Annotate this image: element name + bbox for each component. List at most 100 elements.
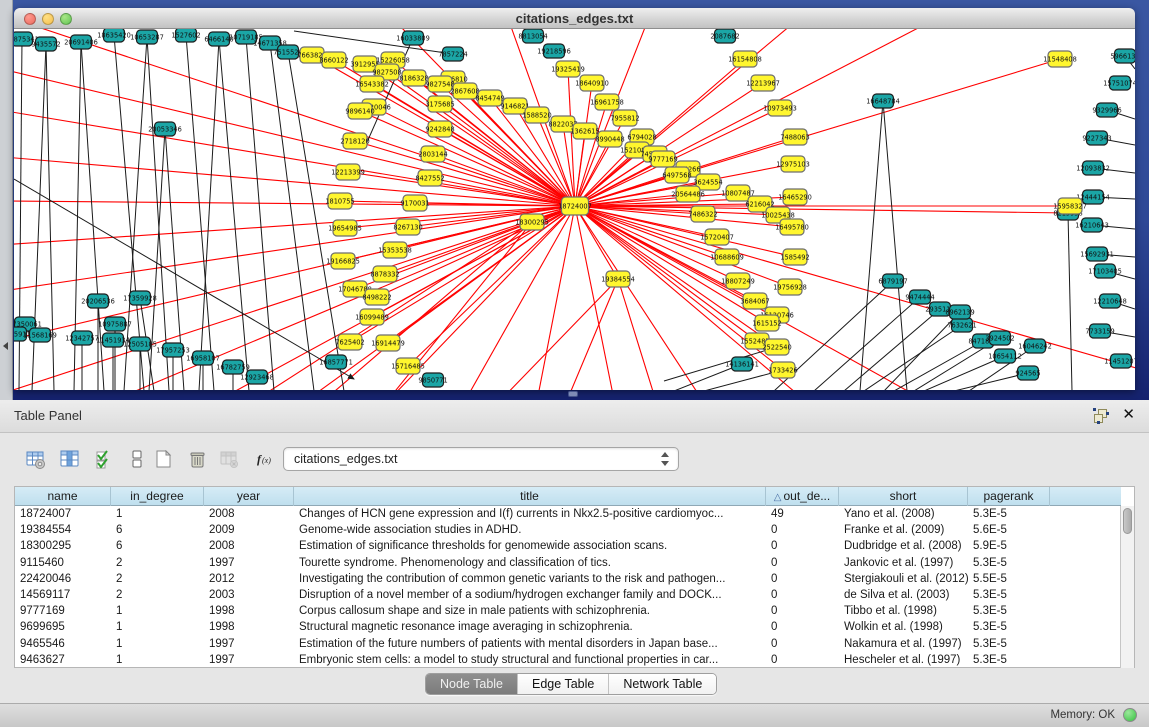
network-canvas[interactable]: 1872400716875341943557220691406186354201…	[14, 29, 1135, 390]
graph-node[interactable]: 8427552	[415, 170, 444, 186]
graph-node[interactable]: 12213967	[746, 75, 780, 91]
graph-node[interactable]: 16857771	[319, 355, 353, 369]
control-panel-collapsed-strip[interactable]	[0, 0, 13, 400]
tab-node-table[interactable]: Node Table	[426, 674, 518, 694]
table-row[interactable]: 1830029562008Estimation of significance …	[15, 538, 1121, 554]
graph-node[interactable]: 6497568	[662, 167, 691, 183]
table-row[interactable]: 1872400712008Changes of HCN gene express…	[15, 506, 1121, 522]
graph-node[interactable]: 16958107	[186, 351, 220, 365]
graph-node[interactable]: 9242848	[425, 121, 454, 137]
graph-node[interactable]: 8962139	[945, 305, 974, 319]
table-row[interactable]: 977716911998Corpus callosum shape and si…	[15, 603, 1121, 619]
column-header-year[interactable]: year	[204, 487, 294, 506]
graph-node[interactable]: 8267130	[393, 219, 422, 235]
graph-node[interactable]: 12975103	[776, 156, 810, 172]
graph-node[interactable]: 9896140	[345, 103, 374, 119]
column-header-name[interactable]: name	[15, 487, 111, 506]
graph-node[interactable]: 12923468	[240, 370, 274, 384]
graph-node[interactable]: 19654985	[328, 220, 362, 236]
graph-node[interactable]: 2803144	[418, 146, 447, 162]
column-header-short[interactable]: short	[839, 487, 968, 506]
tab-edge-table[interactable]: Edge Table	[518, 674, 609, 694]
memory-status-led[interactable]	[1123, 708, 1137, 722]
graph-node[interactable]: 9850771	[418, 373, 447, 387]
graph-node[interactable]: 10688609	[710, 249, 744, 265]
graph-node[interactable]: 8813054	[518, 29, 547, 43]
graph-node[interactable]: 15720407	[700, 229, 734, 245]
column-header-pagerank[interactable]: pagerank	[968, 487, 1050, 506]
graph-node[interactable]: 10653287	[130, 30, 164, 44]
graph-node[interactable]: 16099489	[355, 309, 389, 325]
scrollbar-thumb[interactable]	[1123, 508, 1132, 534]
table-row[interactable]: 946362711997Embryonic stem cells: a mode…	[15, 652, 1121, 668]
graph-node[interactable]: 7488063	[780, 129, 809, 145]
tab-network-table[interactable]: Network Table	[609, 674, 716, 694]
graph-node[interactable]: 1588520	[522, 107, 551, 123]
graph-node[interactable]: 18635420	[97, 29, 131, 42]
table-row[interactable]: 2242004622012Investigating the contribut…	[15, 571, 1121, 587]
graph-node[interactable]: 18724007	[558, 197, 592, 215]
network-graph[interactable]: 1872400716875341943557220691406186354201…	[14, 29, 1135, 390]
graph-node[interactable]: 1810755	[325, 193, 354, 209]
graph-node[interactable]: 12213399	[331, 164, 365, 180]
splitter-handle[interactable]	[568, 391, 578, 397]
table-mode-icon[interactable]	[20, 444, 50, 474]
graph-node[interactable]: 10975887	[98, 317, 132, 331]
table-scrollbar[interactable]	[1120, 506, 1134, 668]
graph-node[interactable]: 2718120	[340, 133, 369, 149]
table-selector-dropdown[interactable]: citations_edges.txt	[283, 447, 679, 471]
graph-node[interactable]: 7733159	[1085, 324, 1114, 338]
network-window-titlebar[interactable]: citations_edges.txt	[14, 8, 1135, 29]
graph-node[interactable]: 16782759	[216, 360, 250, 374]
graph-node[interactable]: 19218596	[537, 44, 571, 58]
graph-node[interactable]: 8660122	[319, 52, 348, 68]
graph-node[interactable]: 9170031	[400, 195, 429, 211]
graph-node[interactable]: 18640910	[575, 75, 609, 91]
graph-node[interactable]: 9474444	[905, 290, 934, 304]
graph-node[interactable]: 9777169	[648, 151, 677, 167]
graph-node[interactable]: 7486322	[688, 206, 717, 222]
select-columns-icon[interactable]	[90, 444, 120, 474]
graph-node[interactable]: 6879197	[878, 274, 907, 288]
float-panel-icon[interactable]	[1093, 408, 1109, 424]
graph-node[interactable]: 7857224	[438, 47, 467, 61]
graph-node[interactable]: 16154808	[728, 51, 762, 67]
graph-node[interactable]: 16914479	[371, 335, 405, 351]
graph-node[interactable]: 16210643	[1075, 218, 1109, 232]
graph-node[interactable]: 15716485	[391, 358, 425, 374]
graph-node[interactable]: 8498222	[362, 289, 391, 305]
graph-node[interactable]: 12342757	[65, 331, 99, 345]
table-row[interactable]: 969969511998Structural magnetic resonanc…	[15, 619, 1121, 635]
graph-node[interactable]: 7955812	[610, 110, 639, 126]
column-header-out_de[interactable]: △out_de...	[766, 487, 839, 506]
graph-node[interactable]: 2087682	[710, 29, 739, 43]
graph-node[interactable]: 15353538	[378, 242, 412, 258]
graph-node[interactable]: 8878332	[370, 266, 399, 282]
graph-node[interactable]: 1585492	[780, 249, 809, 265]
table-row[interactable]: 946554611997Estimation of the future num…	[15, 636, 1121, 652]
graph-node[interactable]: 16033809	[396, 31, 430, 45]
graph-node[interactable]: 3924502	[985, 331, 1014, 345]
graph-node[interactable]: 5966138	[1110, 49, 1135, 63]
graph-node[interactable]: 8186328	[399, 70, 428, 86]
graph-node[interactable]: 16046242	[1018, 339, 1052, 353]
graph-node[interactable]: 10973493	[763, 100, 797, 116]
graph-node[interactable]: 3684067	[740, 293, 769, 309]
graph-node[interactable]: 9227343	[1082, 131, 1111, 145]
graph-node[interactable]: 19384554	[601, 271, 635, 287]
graph-node[interactable]: 15751074	[1103, 76, 1135, 90]
graph-node[interactable]: 16495780	[775, 219, 809, 235]
graph-node[interactable]: 19756928	[773, 279, 807, 295]
collapse-arrow-icon[interactable]	[3, 342, 8, 350]
table-row[interactable]: 911546021997Tourette syndrome. Phenomeno…	[15, 555, 1121, 571]
graph-node[interactable]: 18807249	[721, 273, 755, 289]
delete-column-icon[interactable]	[182, 444, 212, 474]
graph-node[interactable]: 9435572	[31, 37, 60, 51]
graph-node[interactable]: 12093832	[1076, 161, 1110, 175]
close-panel-icon[interactable]: ✕	[1122, 406, 1135, 424]
graph-node[interactable]: 20564486	[671, 186, 705, 202]
graph-node[interactable]: 8990448	[595, 131, 624, 147]
column-header-title[interactable]: title	[294, 487, 766, 506]
graph-node[interactable]: 11451207	[1104, 354, 1135, 368]
graph-node[interactable]: 12210648	[1093, 294, 1127, 308]
